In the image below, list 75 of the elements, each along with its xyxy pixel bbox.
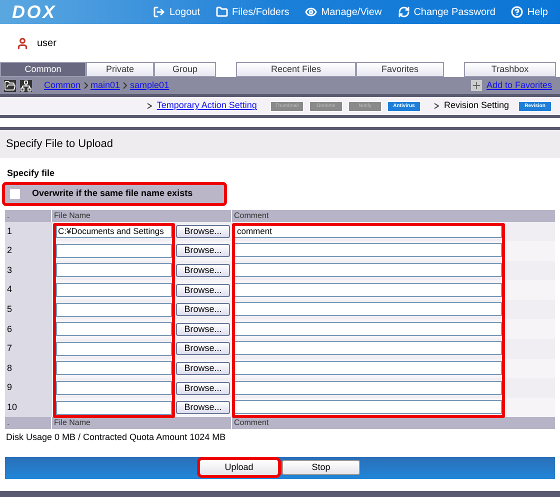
browse-button[interactable]: Browse... bbox=[176, 401, 230, 414]
user-icon bbox=[16, 36, 29, 50]
tab[interactable]: Group bbox=[154, 62, 216, 77]
file-path-field[interactable] bbox=[56, 400, 172, 415]
column-header: Comment bbox=[233, 210, 270, 222]
comment-field[interactable] bbox=[234, 380, 502, 395]
comment-field[interactable] bbox=[234, 400, 502, 414]
comment-field[interactable] bbox=[234, 322, 502, 336]
folder-icon[interactable] bbox=[4, 80, 16, 92]
nav-link[interactable]: Help bbox=[511, 4, 548, 20]
chevron-icon bbox=[84, 82, 88, 89]
user-name: user bbox=[37, 36, 56, 50]
row-number: 10 bbox=[5, 398, 52, 418]
action-button[interactable]: Stop bbox=[282, 460, 360, 476]
file-path-field[interactable] bbox=[56, 342, 172, 356]
nav-link[interactable]: Manage/View bbox=[305, 4, 382, 20]
row-number: 7 bbox=[5, 339, 52, 359]
tab[interactable]: Trashbox bbox=[464, 62, 556, 77]
comment-field[interactable] bbox=[234, 341, 502, 356]
overwrite-checkbox-row[interactable]: Overwrite if the same file name exists bbox=[4, 184, 225, 204]
column-header: . bbox=[5, 417, 52, 430]
logo: DOX bbox=[12, 0, 58, 24]
temporary-action-link[interactable]: Temporary Action Setting bbox=[156, 99, 257, 113]
row-number: 4 bbox=[5, 280, 52, 300]
row-number: 2 bbox=[5, 241, 52, 261]
column-header: File Name bbox=[52, 417, 232, 430]
tab[interactable]: Common bbox=[0, 62, 86, 77]
section-header: Specify File to Upload bbox=[0, 130, 560, 158]
nav-link[interactable]: Logout bbox=[153, 4, 200, 20]
row-number: 6 bbox=[5, 319, 52, 340]
revision-label: Revision Setting bbox=[444, 99, 509, 112]
browse-button[interactable]: Browse... bbox=[176, 382, 230, 395]
plus-icon[interactable] bbox=[471, 80, 482, 91]
file-path-field[interactable] bbox=[56, 381, 172, 396]
browse-button[interactable]: Browse... bbox=[176, 224, 230, 238]
eye-icon bbox=[305, 6, 318, 18]
comment-field[interactable] bbox=[234, 262, 502, 277]
row-number: 1 bbox=[5, 222, 52, 242]
browse-button[interactable]: Browse... bbox=[176, 322, 230, 336]
browse-button[interactable]: Browse... bbox=[176, 342, 230, 356]
browse-button[interactable]: Browse... bbox=[176, 264, 230, 277]
comment-field[interactable] bbox=[234, 360, 502, 375]
checkbox[interactable] bbox=[10, 188, 20, 198]
folder-icon bbox=[216, 6, 228, 18]
refresh-icon bbox=[398, 6, 410, 18]
tab[interactable]: Private bbox=[86, 62, 154, 77]
subtitle: Specify file bbox=[6, 167, 56, 180]
tab[interactable]: Recent Files bbox=[236, 62, 356, 77]
action-button[interactable]: Upload bbox=[200, 460, 278, 476]
chevron-icon bbox=[123, 82, 128, 89]
row-number: 5 bbox=[5, 300, 52, 320]
file-path-field[interactable] bbox=[56, 263, 172, 278]
file-path-field[interactable] bbox=[56, 322, 172, 336]
comment-field[interactable] bbox=[234, 302, 502, 316]
comment-field[interactable] bbox=[234, 282, 502, 297]
file-path-field[interactable] bbox=[56, 244, 172, 258]
tab[interactable]: Favorites bbox=[356, 62, 444, 77]
browse-button[interactable]: Browse... bbox=[176, 244, 230, 258]
file-path-field[interactable] bbox=[56, 283, 172, 298]
logout-icon bbox=[153, 6, 166, 18]
help-icon bbox=[511, 6, 524, 18]
file-path-field[interactable] bbox=[56, 302, 172, 317]
row-number: 9 bbox=[5, 378, 52, 398]
browse-button[interactable]: Browse... bbox=[176, 362, 230, 375]
nav-link[interactable]: Change Password bbox=[398, 4, 496, 20]
nav-link[interactable]: Files/Folders bbox=[216, 4, 290, 20]
comment-field[interactable] bbox=[234, 243, 502, 258]
row-number: 3 bbox=[5, 260, 52, 280]
tree-icon[interactable] bbox=[20, 80, 32, 92]
row-number: 8 bbox=[5, 358, 52, 378]
disk-usage-text: Disk Usage 0 MB / Contracted Quota Amount 1024 MB bbox=[5, 431, 227, 444]
browse-button[interactable]: Browse... bbox=[176, 284, 230, 297]
column-header: Comment bbox=[233, 417, 270, 430]
browse-button[interactable]: Browse... bbox=[176, 303, 230, 316]
file-path-field[interactable] bbox=[56, 361, 172, 376]
